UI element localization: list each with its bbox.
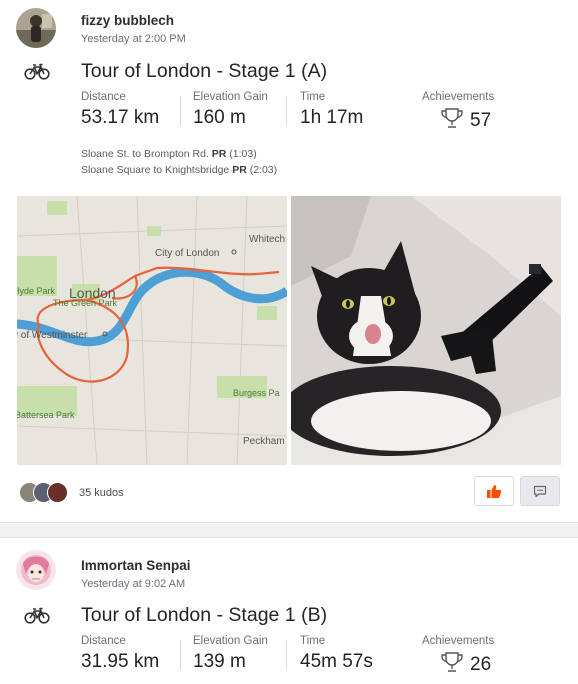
stat-value: 139 m <box>193 651 246 672</box>
trophy-icon <box>441 108 463 128</box>
kudos-count[interactable]: 35 kudos <box>79 487 124 499</box>
stat-label: Time <box>300 91 326 103</box>
map-label: Hyde Park <box>17 286 56 296</box>
stat-value: 160 m <box>193 107 246 128</box>
stat-divider <box>180 640 181 670</box>
segment-effort[interactable]: Sloane St. to Brompton Rd. PR (1:03) <box>81 146 277 162</box>
activity-title[interactable]: Tour of London - Stage 1 (A) <box>81 60 327 83</box>
map-label: Burgess Pa <box>233 388 280 398</box>
stat-label: Distance <box>81 635 126 647</box>
stat-label: Distance <box>81 91 126 103</box>
activity-photo[interactable] <box>291 196 561 465</box>
stat-time: Time 45m 57s <box>300 635 373 673</box>
athlete-name[interactable]: fizzy bubblech <box>81 13 174 28</box>
feed-separator <box>0 522 578 538</box>
activity-card: fizzy bubblech Yesterday at 2:00 PM Tour… <box>0 0 578 522</box>
athlete-avatar[interactable] <box>16 550 56 590</box>
activity-timestamp: Yesterday at 2:00 PM <box>81 33 186 45</box>
stat-divider <box>286 96 287 126</box>
stat-value: 1h 17m <box>300 107 364 128</box>
stat-value: 26 <box>422 651 494 676</box>
achievements-count: 26 <box>470 654 492 675</box>
comment-icon <box>533 485 547 497</box>
route-map[interactable]: City of London Whitech Hyde Park London … <box>17 196 287 465</box>
give-kudos-button[interactable] <box>474 476 514 506</box>
segment-effort[interactable]: Sloane Square to Knightsbridge PR (2:03) <box>81 162 277 178</box>
segment-list: Sloane St. to Brompton Rd. PR (1:03) Slo… <box>81 146 277 178</box>
bike-icon <box>24 63 50 80</box>
stat-distance: Distance 31.95 km <box>81 635 159 673</box>
bike-icon <box>24 607 50 624</box>
map-label: y of Westminster <box>17 330 88 341</box>
stat-value: 31.95 km <box>81 651 160 672</box>
map-label: Whitech <box>249 234 285 245</box>
stat-value: 53.17 km <box>81 107 160 128</box>
stat-time: Time 1h 17m <box>300 91 363 129</box>
achievements-count: 57 <box>470 110 492 131</box>
stat-label: Achievements <box>422 635 495 647</box>
stat-achievements: Achievements 57 <box>422 91 494 132</box>
map-label: Peckham <box>243 436 285 447</box>
stat-label: Time <box>300 635 326 647</box>
kudos-avatar[interactable] <box>47 482 68 503</box>
map-label: The Green Park <box>53 298 118 308</box>
activity-card: Immortan Senpai Yesterday at 9:02 AM Tou… <box>0 538 578 684</box>
activity-timestamp: Yesterday at 9:02 AM <box>81 578 186 590</box>
stat-achievements: Achievements 26 <box>422 635 494 676</box>
activity-title[interactable]: Tour of London - Stage 1 (B) <box>81 604 327 627</box>
thumbs-up-icon <box>487 484 502 498</box>
stat-elevation: Elevation Gain 160 m <box>193 91 268 129</box>
stat-value: 57 <box>422 107 494 132</box>
stat-label: Achievements <box>422 91 495 103</box>
stat-divider <box>180 96 181 126</box>
stat-value: 45m 57s <box>300 651 373 672</box>
stat-divider <box>286 640 287 670</box>
comment-button[interactable] <box>520 476 560 506</box>
stat-label: Elevation Gain <box>193 635 268 647</box>
athlete-name[interactable]: Immortan Senpai <box>81 558 191 573</box>
trophy-icon <box>441 652 463 672</box>
stat-elevation: Elevation Gain 139 m <box>193 635 268 673</box>
map-label: City of London <box>155 248 220 259</box>
map-label: Battersea Park <box>17 410 75 420</box>
athlete-avatar[interactable] <box>16 8 56 48</box>
stat-distance: Distance 53.17 km <box>81 91 159 129</box>
stat-label: Elevation Gain <box>193 91 268 103</box>
